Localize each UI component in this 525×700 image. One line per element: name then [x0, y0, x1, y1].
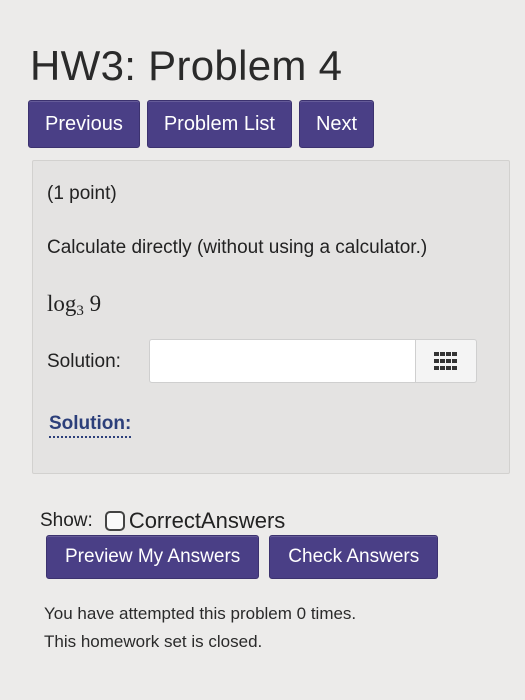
next-button[interactable]: Next — [298, 100, 375, 148]
problem-nav: Previous Problem List Next — [28, 100, 375, 148]
status-messages: You have attempted this problem 0 times.… — [44, 600, 356, 656]
closed-message: This homework set is closed. — [44, 632, 263, 651]
previous-button[interactable]: Previous — [28, 100, 140, 148]
solution-link[interactable]: Solution: — [49, 413, 132, 438]
math-function: log — [47, 291, 77, 316]
problem-panel: (1 point) Calculate directly (without us… — [32, 160, 510, 474]
problem-list-button[interactable]: Problem List — [146, 100, 292, 148]
correct-answers-checkbox[interactable] — [104, 511, 125, 531]
answer-label: Solution: — [47, 351, 121, 372]
problem-points: (1 point) — [47, 183, 117, 204]
show-options: Show: CorrectAnswers — [40, 508, 285, 534]
grid-icon — [434, 352, 457, 370]
show-label: Show: — [40, 510, 93, 531]
equation-palette-button[interactable] — [415, 339, 477, 383]
page-title: HW3: Problem 4 — [30, 42, 343, 90]
math-expression: log3 9 — [47, 291, 101, 320]
math-argument: 9 — [89, 291, 102, 316]
attempts-message: You have attempted this problem 0 times. — [44, 604, 357, 623]
math-base: 3 — [76, 303, 84, 319]
answer-actions: Preview My Answers Check Answers — [46, 535, 439, 579]
correct-answers-label[interactable]: CorrectAnswers — [129, 508, 285, 534]
check-answers-button[interactable]: Check Answers — [269, 535, 439, 579]
answer-input[interactable] — [149, 339, 415, 383]
preview-answers-button[interactable]: Preview My Answers — [46, 535, 260, 579]
problem-statement: Calculate directly (without using a calc… — [47, 237, 428, 258]
